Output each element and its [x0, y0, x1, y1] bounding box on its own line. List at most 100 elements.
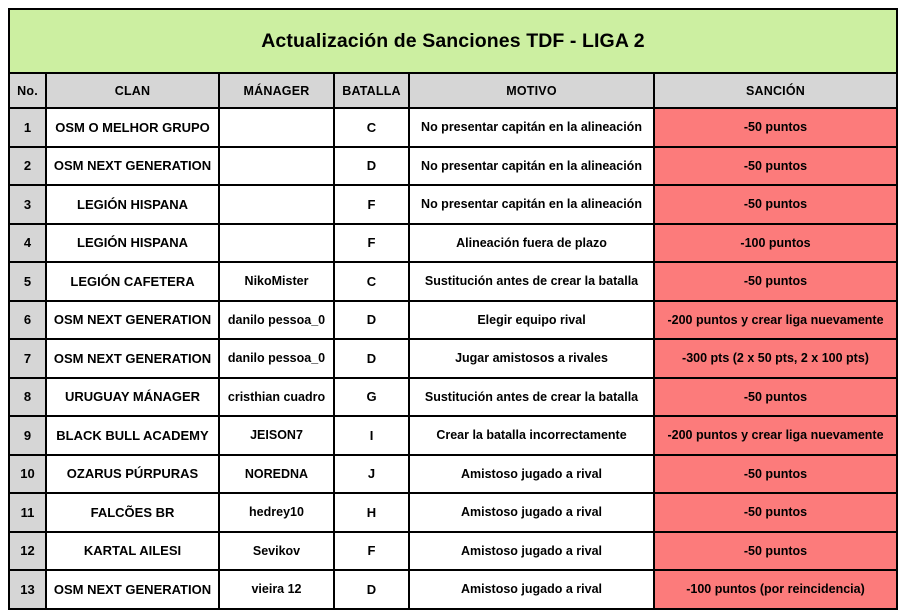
cell-batalla[interactable]: C — [333, 261, 410, 302]
cell-manager[interactable]: NOREDNA — [218, 453, 335, 494]
cell-sancion[interactable]: -50 puntos — [653, 145, 898, 186]
cell-batalla[interactable]: G — [333, 376, 410, 417]
cell-row-number[interactable]: 7 — [8, 338, 47, 379]
cell-manager[interactable]: Sevikov — [218, 530, 335, 571]
cell-row-number[interactable]: 5 — [8, 261, 47, 302]
cell-manager[interactable]: vieira 12 — [218, 569, 335, 610]
cell-clan[interactable]: LEGIÓN CAFETERA — [45, 261, 220, 302]
table-row[interactable]: 8 URUGUAY MÁNAGER cristhian cuadro G Sustitu… — [8, 376, 898, 417]
column-header-sancion[interactable]: SANCIÓN — [653, 72, 898, 109]
cell-motivo[interactable]: Amistoso jugado a rival — [408, 530, 655, 571]
cell-sancion[interactable]: -50 puntos — [653, 376, 898, 417]
cell-manager[interactable]: JEISON7 — [218, 415, 335, 456]
cell-motivo[interactable]: Crear la batalla incorrectamente — [408, 415, 655, 456]
column-header-batalla[interactable]: BATALLA — [333, 72, 410, 109]
table-row[interactable]: 10 OZARUS PÚRPURAS NOREDNA J Amistoso jugado… — [8, 453, 898, 494]
cell-sancion[interactable]: -50 puntos — [653, 107, 898, 148]
cell-clan[interactable]: OSM O MELHOR GRUPO — [45, 107, 220, 148]
cell-motivo[interactable]: No presentar capitán en la alineación — [408, 107, 655, 148]
table-row[interactable]: 1 OSM O MELHOR GRUPO C No presentar capitán… — [8, 107, 898, 148]
cell-sancion[interactable]: -100 puntos — [653, 222, 898, 263]
cell-batalla[interactable]: J — [333, 453, 410, 494]
cell-motivo[interactable]: Amistoso jugado a rival — [408, 492, 655, 533]
cell-manager[interactable]: hedrey10 — [218, 492, 335, 533]
cell-clan[interactable]: OSM NEXT GENERATION — [45, 145, 220, 186]
cell-row-number[interactable]: 2 — [8, 145, 47, 186]
cell-motivo[interactable]: Sustitución antes de crear la batalla — [408, 261, 655, 302]
cell-row-number[interactable]: 11 — [8, 492, 47, 533]
cell-clan[interactable]: FALCÕES BR — [45, 492, 220, 533]
cell-clan[interactable]: OSM NEXT GENERATION — [45, 569, 220, 610]
cell-clan[interactable]: OSM NEXT GENERATION — [45, 338, 220, 379]
column-header-no[interactable]: No. — [8, 72, 47, 109]
cell-sancion[interactable]: -50 puntos — [653, 492, 898, 533]
cell-batalla[interactable]: D — [333, 569, 410, 610]
cell-manager[interactable]: NikoMister — [218, 261, 335, 302]
table-row[interactable]: 2 OSM NEXT GENERATION D No presentar capitá… — [8, 145, 898, 186]
table-row[interactable]: 11 FALCÕES BR hedrey10 H Amistoso jugado a r… — [8, 492, 898, 533]
cell-row-number[interactable]: 8 — [8, 376, 47, 417]
cell-row-number[interactable]: 6 — [8, 299, 47, 340]
cell-motivo[interactable]: No presentar capitán en la alineación — [408, 184, 655, 225]
cell-clan[interactable]: LEGIÓN HISPANA — [45, 222, 220, 263]
cell-sancion[interactable]: -200 puntos y crear liga nuevamente — [653, 299, 898, 340]
cell-sancion[interactable]: -100 puntos (por reincidencia) — [653, 569, 898, 610]
table-row[interactable]: 9 BLACK BULL ACADEMY JEISON7 I Crear la bata… — [8, 415, 898, 456]
cell-clan[interactable]: OZARUS PÚRPURAS — [45, 453, 220, 494]
page-title: Actualización de Sanciones TDF - LIGA 2 — [8, 8, 898, 74]
cell-clan[interactable]: OSM NEXT GENERATION — [45, 299, 220, 340]
cell-sancion[interactable]: -50 puntos — [653, 261, 898, 302]
cell-row-number[interactable]: 10 — [8, 453, 47, 494]
column-header-motivo[interactable]: MOTIVO — [408, 72, 655, 109]
cell-clan[interactable]: URUGUAY MÁNAGER — [45, 376, 220, 417]
cell-row-number[interactable]: 12 — [8, 530, 47, 571]
cell-row-number[interactable]: 1 — [8, 107, 47, 148]
cell-batalla[interactable]: D — [333, 145, 410, 186]
cell-clan[interactable]: KARTAL AILESI — [45, 530, 220, 571]
table-row[interactable]: 3 LEGIÓN HISPANA F No presentar capitán en … — [8, 184, 898, 225]
cell-manager[interactable]: danilo pessoa_0 — [218, 338, 335, 379]
cell-row-number[interactable]: 9 — [8, 415, 47, 456]
cell-row-number[interactable]: 13 — [8, 569, 47, 610]
cell-motivo[interactable]: Sustitución antes de crear la batalla — [408, 376, 655, 417]
table-row[interactable]: 6 OSM NEXT GENERATION danilo pessoa_0 D Eleg… — [8, 299, 898, 340]
sanctions-table: Actualización de Sanciones TDF - LIGA 2 … — [8, 8, 898, 610]
cell-manager[interactable] — [218, 107, 335, 148]
table-row[interactable]: 4 LEGIÓN HISPANA F Alineación fuera de plaz… — [8, 222, 898, 263]
cell-motivo[interactable]: Amistoso jugado a rival — [408, 453, 655, 494]
table-row[interactable]: 7 OSM NEXT GENERATION danilo pessoa_0 D Juga… — [8, 338, 898, 379]
cell-sancion[interactable]: -300 pts (2 x 50 pts, 2 x 100 pts) — [653, 338, 898, 379]
cell-motivo[interactable]: No presentar capitán en la alineación — [408, 145, 655, 186]
title-row: Actualización de Sanciones TDF - LIGA 2 — [8, 8, 898, 74]
cell-batalla[interactable]: F — [333, 222, 410, 263]
cell-batalla[interactable]: H — [333, 492, 410, 533]
cell-manager[interactable] — [218, 184, 335, 225]
cell-row-number[interactable]: 3 — [8, 184, 47, 225]
cell-clan[interactable]: LEGIÓN HISPANA — [45, 184, 220, 225]
cell-batalla[interactable]: F — [333, 184, 410, 225]
column-header-manager[interactable]: MÁNAGER — [218, 72, 335, 109]
cell-sancion[interactable]: -200 puntos y crear liga nuevamente — [653, 415, 898, 456]
column-header-clan[interactable]: CLAN — [45, 72, 220, 109]
cell-row-number[interactable]: 4 — [8, 222, 47, 263]
cell-manager[interactable] — [218, 222, 335, 263]
table-row[interactable]: 12 KARTAL AILESI Sevikov F Amistoso jugado a… — [8, 530, 898, 571]
cell-motivo[interactable]: Jugar amistosos a rivales — [408, 338, 655, 379]
cell-manager[interactable]: danilo pessoa_0 — [218, 299, 335, 340]
cell-clan[interactable]: BLACK BULL ACADEMY — [45, 415, 220, 456]
cell-batalla[interactable]: F — [333, 530, 410, 571]
cell-batalla[interactable]: D — [333, 299, 410, 340]
cell-manager[interactable]: cristhian cuadro — [218, 376, 335, 417]
table-row[interactable]: 5 LEGIÓN CAFETERA NikoMister C Sustitución a… — [8, 261, 898, 302]
cell-batalla[interactable]: C — [333, 107, 410, 148]
table-row[interactable]: 13 OSM NEXT GENERATION vieira 12 D Amistoso … — [8, 569, 898, 610]
cell-motivo[interactable]: Amistoso jugado a rival — [408, 569, 655, 610]
cell-sancion[interactable]: -50 puntos — [653, 530, 898, 571]
cell-motivo[interactable]: Elegir equipo rival — [408, 299, 655, 340]
cell-sancion[interactable]: -50 puntos — [653, 184, 898, 225]
cell-motivo[interactable]: Alineación fuera de plazo — [408, 222, 655, 263]
cell-sancion[interactable]: -50 puntos — [653, 453, 898, 494]
cell-manager[interactable] — [218, 145, 335, 186]
cell-batalla[interactable]: D — [333, 338, 410, 379]
cell-batalla[interactable]: I — [333, 415, 410, 456]
